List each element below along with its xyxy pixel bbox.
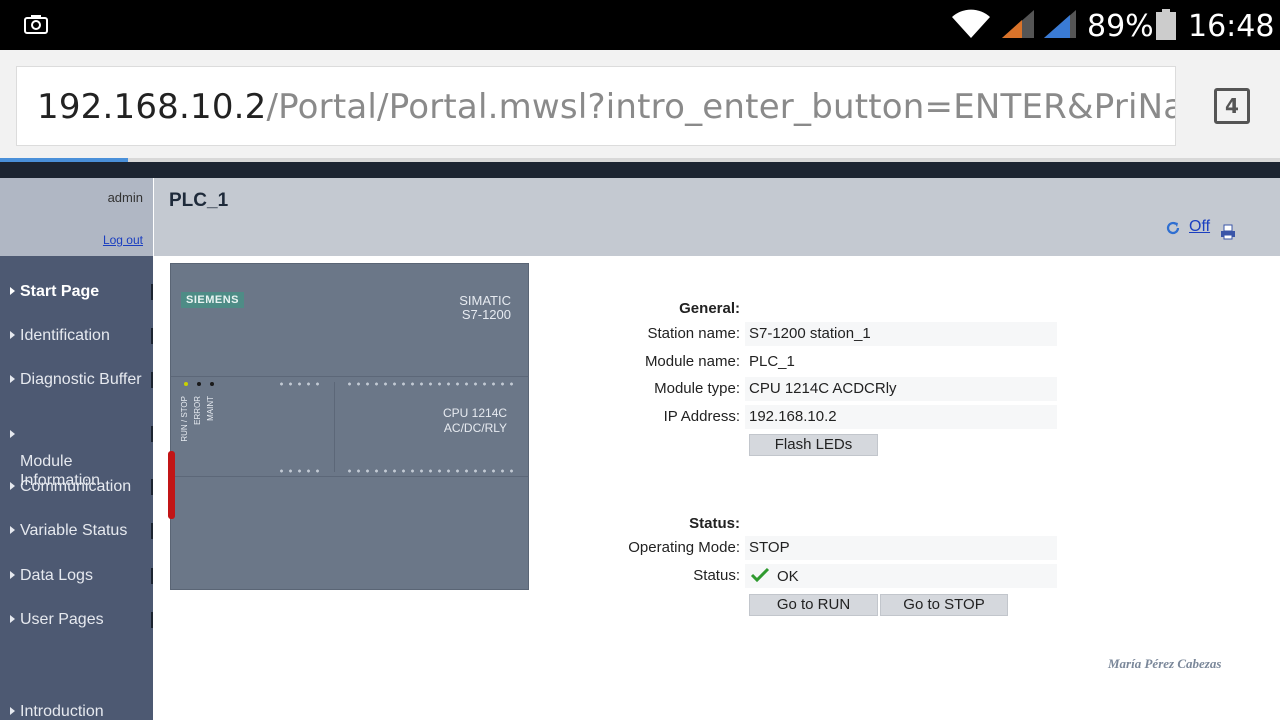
arrow-right-icon bbox=[10, 287, 15, 295]
divider bbox=[171, 376, 529, 377]
divider bbox=[151, 612, 153, 628]
sidebar-item-label: Start Page bbox=[20, 283, 100, 300]
content-header: PLC_1 Off bbox=[154, 178, 1280, 256]
led-label-maint: MAINT bbox=[206, 396, 215, 421]
sidebar-item-data-logs[interactable]: Data Logs bbox=[0, 566, 153, 585]
url-bar[interactable]: 192.168.10.2/Portal/Portal.mwsl?intro_en… bbox=[16, 66, 1176, 146]
cpu-label: CPU 1214C AC/DC/RLY bbox=[443, 406, 507, 436]
model-label: SIMATIC S7-1200 bbox=[459, 294, 511, 322]
arrow-right-icon bbox=[10, 430, 15, 438]
divider bbox=[151, 328, 153, 344]
sidebar-item-label: Data Logs bbox=[20, 567, 93, 584]
module-name-value: PLC_1 bbox=[749, 353, 795, 370]
wifi-icon bbox=[952, 9, 990, 38]
station-name-label: Station name: bbox=[647, 325, 740, 342]
author-watermark: María Pérez Cabezas bbox=[1108, 656, 1222, 671]
battery-percent: 89% bbox=[1087, 9, 1154, 44]
cpu-line-1: CPU 1214C bbox=[443, 406, 508, 420]
go-to-run-button[interactable]: Go to RUN bbox=[749, 594, 878, 616]
arrow-right-icon bbox=[10, 482, 15, 490]
sidebar-item-identification[interactable]: Identification bbox=[0, 326, 153, 345]
cpu-line-2: AC/DC/RLY bbox=[443, 421, 508, 435]
sidebar-item-user-pages[interactable]: User Pages bbox=[0, 610, 153, 629]
browser-toolbar: 192.168.10.2/Portal/Portal.mwsl?intro_en… bbox=[0, 50, 1280, 162]
sidebar-item-label: Variable Status bbox=[20, 522, 128, 539]
go-to-stop-button[interactable]: Go to STOP bbox=[880, 594, 1008, 616]
operating-mode-value: STOP bbox=[749, 539, 790, 556]
sidebar-item-start-page[interactable]: Start Page bbox=[0, 282, 153, 301]
arrow-right-icon bbox=[10, 526, 15, 534]
sidebar-item-communication[interactable]: Communication bbox=[0, 477, 153, 496]
page-title: PLC_1 bbox=[169, 190, 229, 211]
username: admin bbox=[107, 190, 143, 205]
sidebar-item-label: Communication bbox=[20, 478, 132, 495]
divider bbox=[171, 476, 529, 477]
sidebar-item-label: User Pages bbox=[20, 611, 104, 628]
camera-icon bbox=[24, 15, 48, 34]
error-led bbox=[197, 382, 201, 386]
operating-mode-label: Operating Mode: bbox=[628, 539, 740, 556]
clock: 16:48 bbox=[1188, 9, 1275, 44]
io-terminal-dots bbox=[345, 382, 515, 386]
ip-address-value: 192.168.10.2 bbox=[749, 408, 837, 425]
android-status-bar: 89% 16:48 bbox=[0, 0, 1280, 50]
general-heading: General: bbox=[679, 300, 740, 317]
divider bbox=[151, 426, 153, 442]
signal-strength-icon-2 bbox=[1044, 10, 1076, 38]
check-icon bbox=[750, 567, 770, 583]
sidebar: admin Log out Start Page Identification … bbox=[0, 178, 153, 720]
user-box: admin Log out bbox=[0, 178, 153, 256]
led-label-error: ERROR bbox=[193, 396, 202, 425]
sidebar-item-label: Diagnostic Buffer bbox=[20, 371, 142, 388]
auto-refresh-toggle[interactable]: Off bbox=[1189, 218, 1210, 236]
divider bbox=[151, 479, 153, 495]
row-shade bbox=[745, 536, 1057, 560]
status-value: OK bbox=[777, 568, 799, 585]
divider bbox=[334, 382, 335, 472]
url-text[interactable]: 192.168.10.2/Portal/Portal.mwsl?intro_en… bbox=[37, 87, 1176, 127]
sidebar-item-label: Identification bbox=[20, 327, 110, 344]
module-type-label: Module type: bbox=[654, 380, 740, 397]
status-heading: Status: bbox=[689, 515, 740, 532]
url-host: 192.168.10.2 bbox=[37, 87, 267, 127]
arrow-right-icon bbox=[10, 375, 15, 383]
model-line-1: SIMATIC bbox=[459, 293, 511, 308]
status-label: Status: bbox=[693, 567, 740, 584]
arrow-right-icon bbox=[10, 571, 15, 579]
module-name-label: Module name: bbox=[644, 353, 740, 370]
portal-top-strip bbox=[0, 162, 1280, 178]
print-icon[interactable] bbox=[1220, 224, 1236, 240]
arrow-right-icon bbox=[10, 615, 15, 623]
maint-led bbox=[210, 382, 214, 386]
sidebar-item-diagnostic-buffer[interactable]: Diagnostic Buffer bbox=[0, 370, 153, 389]
plc-device-image: SIEMENS SIMATIC S7-1200 RUN / STOP ERROR… bbox=[170, 263, 529, 590]
led-label-run-stop: RUN / STOP bbox=[180, 396, 189, 442]
divider bbox=[151, 284, 153, 300]
divider bbox=[151, 372, 153, 388]
siemens-logo: SIEMENS bbox=[181, 292, 245, 308]
station-name-value: S7-1200 station_1 bbox=[749, 325, 871, 342]
sidebar-item-introduction[interactable]: Introduction bbox=[0, 702, 153, 721]
url-path: /Portal/Portal.mwsl?intro_enter_button=E… bbox=[266, 87, 1176, 127]
status-indicator-bar bbox=[168, 451, 175, 519]
divider bbox=[151, 568, 153, 584]
tab-switcher-button[interactable]: 4 bbox=[1214, 88, 1250, 124]
battery-icon bbox=[1156, 9, 1176, 40]
refresh-icon[interactable] bbox=[1165, 220, 1181, 236]
io-terminal-dots bbox=[345, 469, 515, 473]
ip-address-label: IP Address: bbox=[663, 408, 740, 425]
sidebar-item-label: Introduction bbox=[20, 703, 104, 720]
signal-strength-icon bbox=[1002, 10, 1034, 38]
io-terminal-dots bbox=[277, 469, 325, 473]
divider bbox=[151, 523, 153, 539]
run-stop-led bbox=[184, 382, 188, 386]
flash-leds-button[interactable]: Flash LEDs bbox=[749, 434, 878, 456]
sidebar-item-variable-status[interactable]: Variable Status bbox=[0, 521, 153, 540]
arrow-right-icon bbox=[10, 331, 15, 339]
logout-link[interactable]: Log out bbox=[103, 233, 143, 247]
module-type-value: CPU 1214C ACDCRly bbox=[749, 380, 897, 397]
io-terminal-dots bbox=[277, 382, 325, 386]
model-line-2: S7-1200 bbox=[461, 307, 511, 322]
arrow-right-icon bbox=[10, 707, 15, 715]
